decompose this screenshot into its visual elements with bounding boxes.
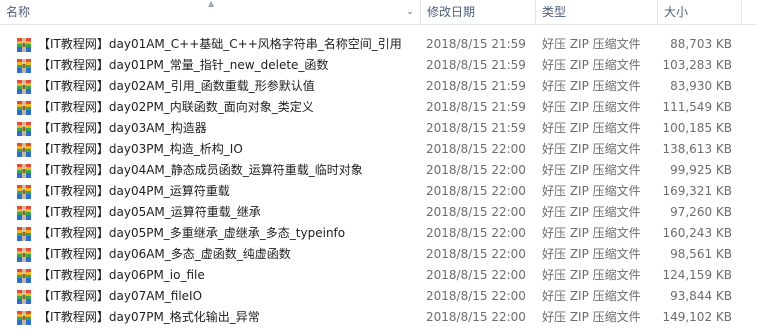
file-row[interactable]: 【IT教程网】day07PM_格式化输出_异常 2018/8/15 22:00 … <box>0 307 757 328</box>
file-row[interactable]: 【IT教程网】day04AM_静态成员函数_运算符重载_临时对象 2018/8/… <box>0 160 757 181</box>
file-date: 2018/8/15 21:59 <box>426 100 526 114</box>
zip-archive-icon <box>17 248 31 262</box>
file-size: 98,561 KB <box>670 247 732 261</box>
zip-archive-icon <box>17 59 31 73</box>
file-date: 2018/8/15 21:59 <box>426 79 526 93</box>
zip-archive-icon <box>17 311 31 325</box>
file-name: 【IT教程网】day05PM_多重继承_虚继承_多态_typeinfo <box>38 226 346 240</box>
file-size: 124,159 KB <box>662 268 732 282</box>
file-name: 【IT教程网】day06AM_多态_虚函数_纯虚函数 <box>38 247 291 261</box>
file-row[interactable]: 【IT教程网】day01AM_C++基础_C++风格字符串_名称空间_引用 20… <box>0 34 757 55</box>
file-row[interactable]: 【IT教程网】day01PM_常量_指针_new_delete_函数 2018/… <box>0 55 757 76</box>
file-type: 好压 ZIP 压缩文件 <box>542 226 641 240</box>
file-date: 2018/8/15 21:59 <box>426 121 526 135</box>
file-name: 【IT教程网】day07AM_fileIO <box>38 289 203 303</box>
zip-archive-icon <box>17 164 31 178</box>
zip-archive-icon <box>17 143 31 157</box>
file-row[interactable]: 【IT教程网】day03PM_构造_析构_IO 2018/8/15 22:00 … <box>0 139 757 160</box>
file-date: 2018/8/15 22:00 <box>426 310 526 324</box>
file-type: 好压 ZIP 压缩文件 <box>542 247 641 261</box>
file-size: 100,185 KB <box>662 121 732 135</box>
file-row[interactable]: 【IT教程网】day04PM_运算符重载 2018/8/15 22:00 好压 … <box>0 181 757 202</box>
file-size: 103,283 KB <box>662 58 732 72</box>
file-row[interactable]: 【IT教程网】day02AM_引用_函数重载_形参默认值 2018/8/15 2… <box>0 76 757 97</box>
chevron-down-icon[interactable]: ⌄ <box>404 0 416 24</box>
zip-archive-icon <box>17 290 31 304</box>
file-type: 好压 ZIP 压缩文件 <box>542 184 641 198</box>
file-name: 【IT教程网】day07PM_格式化输出_异常 <box>38 310 260 324</box>
file-type: 好压 ZIP 压缩文件 <box>542 205 641 219</box>
file-size: 88,703 KB <box>670 37 732 51</box>
column-header-date[interactable]: 修改日期 <box>420 0 536 24</box>
file-name: 【IT教程网】day05AM_运算符重载_继承 <box>38 205 261 219</box>
file-type: 好压 ZIP 压缩文件 <box>542 37 641 51</box>
file-row[interactable]: 【IT教程网】day02PM_内联函数_面向对象_类定义 2018/8/15 2… <box>0 97 757 118</box>
file-row[interactable]: 【IT教程网】day07AM_fileIO 2018/8/15 22:00 好压… <box>0 286 757 307</box>
file-name: 【IT教程网】day02PM_内联函数_面向对象_类定义 <box>38 100 314 114</box>
zip-archive-icon <box>17 206 31 220</box>
zip-archive-icon <box>17 269 31 283</box>
file-name: 【IT教程网】day02AM_引用_函数重载_形参默认值 <box>38 79 315 93</box>
file-date: 2018/8/15 22:00 <box>426 289 526 303</box>
file-date: 2018/8/15 22:00 <box>426 184 526 198</box>
zip-archive-icon <box>17 38 31 52</box>
file-date: 2018/8/15 22:00 <box>426 268 526 282</box>
file-type: 好压 ZIP 压缩文件 <box>542 289 641 303</box>
file-size: 149,102 KB <box>662 310 732 324</box>
column-header-size[interactable]: 大小 <box>658 0 742 24</box>
file-type: 好压 ZIP 压缩文件 <box>542 100 641 114</box>
file-row[interactable]: 【IT教程网】day03AM_构造器 2018/8/15 21:59 好压 ZI… <box>0 118 757 139</box>
file-date: 2018/8/15 22:00 <box>426 163 526 177</box>
file-type: 好压 ZIP 压缩文件 <box>542 58 641 72</box>
file-size: 97,260 KB <box>670 205 732 219</box>
file-type: 好压 ZIP 压缩文件 <box>542 163 641 177</box>
file-row[interactable]: 【IT教程网】day05PM_多重继承_虚继承_多态_typeinfo 2018… <box>0 223 757 244</box>
file-size: 111,549 KB <box>662 100 732 114</box>
file-row[interactable]: 【IT教程网】day06AM_多态_虚函数_纯虚函数 2018/8/15 22:… <box>0 244 757 265</box>
file-date: 2018/8/15 22:00 <box>426 142 526 156</box>
zip-archive-icon <box>17 101 31 115</box>
column-header-bar: ▲ 名称 ⌄ 修改日期 类型 大小 <box>0 0 757 25</box>
file-name: 【IT教程网】day03PM_构造_析构_IO <box>38 142 243 156</box>
file-size: 83,930 KB <box>670 79 732 93</box>
file-date: 2018/8/15 22:00 <box>426 247 526 261</box>
column-header-name[interactable]: 名称 <box>0 0 420 24</box>
file-date: 2018/8/15 21:59 <box>426 37 526 51</box>
file-name: 【IT教程网】day03AM_构造器 <box>38 121 207 135</box>
file-type: 好压 ZIP 压缩文件 <box>542 121 641 135</box>
file-row[interactable]: 【IT教程网】day05AM_运算符重载_继承 2018/8/15 22:00 … <box>0 202 757 223</box>
file-type: 好压 ZIP 压缩文件 <box>542 268 641 282</box>
file-size: 169,321 KB <box>662 184 732 198</box>
zip-archive-icon <box>17 80 31 94</box>
file-type: 好压 ZIP 压缩文件 <box>542 142 641 156</box>
column-header-type[interactable]: 类型 <box>536 0 658 24</box>
file-size: 93,844 KB <box>670 289 732 303</box>
file-name: 【IT教程网】day04AM_静态成员函数_运算符重载_临时对象 <box>38 163 363 177</box>
zip-archive-icon <box>17 185 31 199</box>
zip-archive-icon <box>17 227 31 241</box>
file-name: 【IT教程网】day01AM_C++基础_C++风格字符串_名称空间_引用 <box>38 37 402 51</box>
file-row[interactable]: 【IT教程网】day06PM_io_file 2018/8/15 22:00 好… <box>0 265 757 286</box>
file-size: 160,243 KB <box>662 226 732 240</box>
file-name: 【IT教程网】day06PM_io_file <box>38 268 205 282</box>
zip-archive-icon <box>17 122 31 136</box>
file-type: 好压 ZIP 压缩文件 <box>542 310 641 324</box>
file-size: 138,613 KB <box>662 142 732 156</box>
file-date: 2018/8/15 21:59 <box>426 58 526 72</box>
file-date: 2018/8/15 22:00 <box>426 226 526 240</box>
file-type: 好压 ZIP 压缩文件 <box>542 79 641 93</box>
file-name: 【IT教程网】day04PM_运算符重载 <box>38 184 230 198</box>
file-size: 99,925 KB <box>670 163 732 177</box>
file-list: 【IT教程网】day01AM_C++基础_C++风格字符串_名称空间_引用 20… <box>0 34 757 328</box>
file-date: 2018/8/15 22:00 <box>426 205 526 219</box>
file-name: 【IT教程网】day01PM_常量_指针_new_delete_函数 <box>38 58 329 72</box>
